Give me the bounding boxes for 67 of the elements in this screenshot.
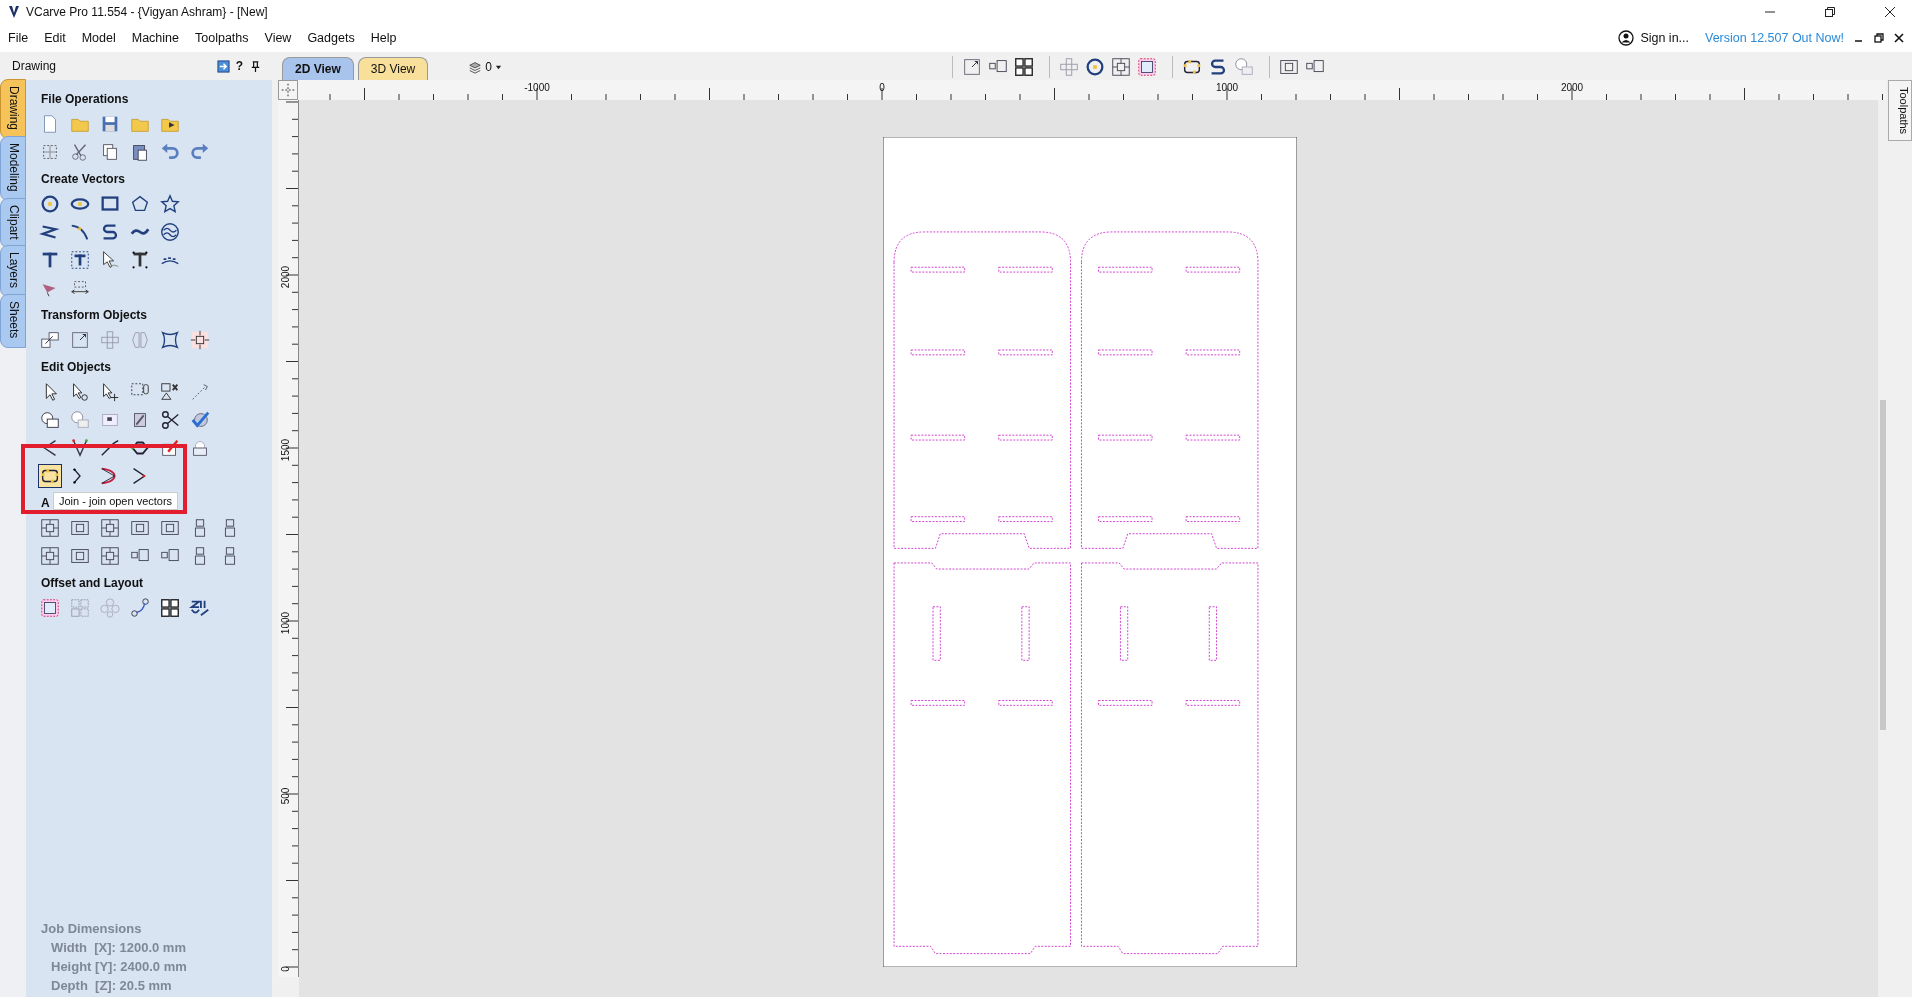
user-icon — [1618, 30, 1635, 46]
view-tab[interactable]: 2D View — [282, 57, 354, 80]
job-dimensions-title: Job Dimensions — [41, 921, 143, 936]
scale-icon[interactable] — [69, 329, 91, 351]
menu-item[interactable]: Machine — [131, 31, 179, 45]
job-dimension-line: Height [Y]: 2400.0 mm — [50, 959, 188, 974]
section-title: File Operations — [41, 92, 129, 106]
move-icon[interactable] — [39, 329, 61, 351]
section-title: Create Vectors — [41, 172, 126, 186]
restore-icon[interactable] — [1824, 6, 1836, 18]
nodes-icon[interactable] — [69, 437, 91, 459]
star-icon[interactable] — [159, 193, 181, 215]
edit-icon[interactable] — [159, 437, 181, 459]
app-logo-icon — [8, 5, 20, 19]
section-title: Transform Objects — [41, 308, 148, 322]
circle-icon[interactable] — [39, 193, 61, 215]
offset-icon[interactable] — [39, 597, 61, 619]
spiral-icon[interactable] — [159, 221, 181, 243]
side-tab[interactable]: Modeling — [0, 136, 26, 201]
grid-icon[interactable] — [1012, 56, 1035, 78]
menu-item[interactable]: Edit — [44, 31, 66, 45]
menu-item[interactable]: Toolpaths — [195, 31, 249, 45]
align-vertical-icon[interactable] — [99, 545, 121, 567]
align-center-icon[interactable] — [39, 545, 61, 567]
fillet-icon[interactable] — [99, 437, 121, 459]
dock-icon[interactable] — [216, 59, 230, 73]
ungroup-icon[interactable] — [159, 381, 181, 403]
sign-in-link[interactable]: Sign in... — [1640, 31, 1689, 45]
restore-icon[interactable] — [1874, 33, 1884, 43]
close-icon[interactable] — [1894, 33, 1904, 43]
menu-item[interactable]: File — [8, 31, 29, 45]
center-icon[interactable] — [189, 329, 211, 351]
side-tab[interactable]: Sheets — [0, 294, 26, 348]
zoom-box-icon[interactable] — [1135, 56, 1158, 78]
distort-icon[interactable] — [159, 329, 181, 351]
help-button[interactable]: ? — [235, 59, 243, 73]
layers-icon — [468, 60, 483, 74]
layer-dropdown[interactable]: 0 — [468, 60, 502, 80]
window-title: VCarve Pro 11.554 - {Vigyan Ashram} - [New] — [26, 5, 268, 19]
copy-along-path-icon[interactable] — [129, 597, 151, 619]
align-center-icon[interactable] — [39, 517, 61, 539]
weld-icon[interactable] — [39, 409, 61, 431]
close-icon[interactable] — [1884, 6, 1896, 18]
section-title: Edit Objects — [41, 360, 111, 374]
menu-item[interactable]: Model — [81, 31, 116, 45]
side-tab[interactable]: Toolpaths — [1888, 80, 1912, 142]
join-icon[interactable] — [39, 465, 61, 487]
caret-icon — [494, 63, 502, 71]
pin-icon[interactable] — [249, 59, 262, 73]
panel-title: Drawing — [12, 59, 56, 73]
job-dimension-line: Depth [Z]: 20.5 mm — [50, 978, 173, 993]
text-box-icon[interactable] — [69, 249, 91, 271]
section-title: Offset and Layout — [41, 576, 143, 590]
side-tab[interactable]: Drawing — [0, 79, 26, 139]
trim-icon[interactable] — [159, 409, 181, 431]
view-tab[interactable]: 3D View — [357, 57, 429, 80]
horizontal-ruler: -1000 0 1000 2000 — [298, 80, 1886, 101]
menu-item[interactable]: View — [264, 31, 292, 45]
align-center-icon[interactable] — [99, 517, 121, 539]
ruler-corner-icon[interactable] — [278, 80, 298, 100]
menu-item[interactable]: Gadgets — [307, 31, 355, 45]
section-title: A — [41, 496, 50, 510]
tooltip: Join - join open vectors — [53, 492, 179, 510]
job-dimension-line: Width [X]: 1200.0 mm — [50, 940, 187, 955]
menu-item[interactable]: Help — [370, 31, 397, 45]
update-link[interactable]: Version 12.507 Out Now! — [1705, 31, 1844, 45]
vertical-ruler: 2000 1500 1000 500 0 — [278, 100, 299, 977]
